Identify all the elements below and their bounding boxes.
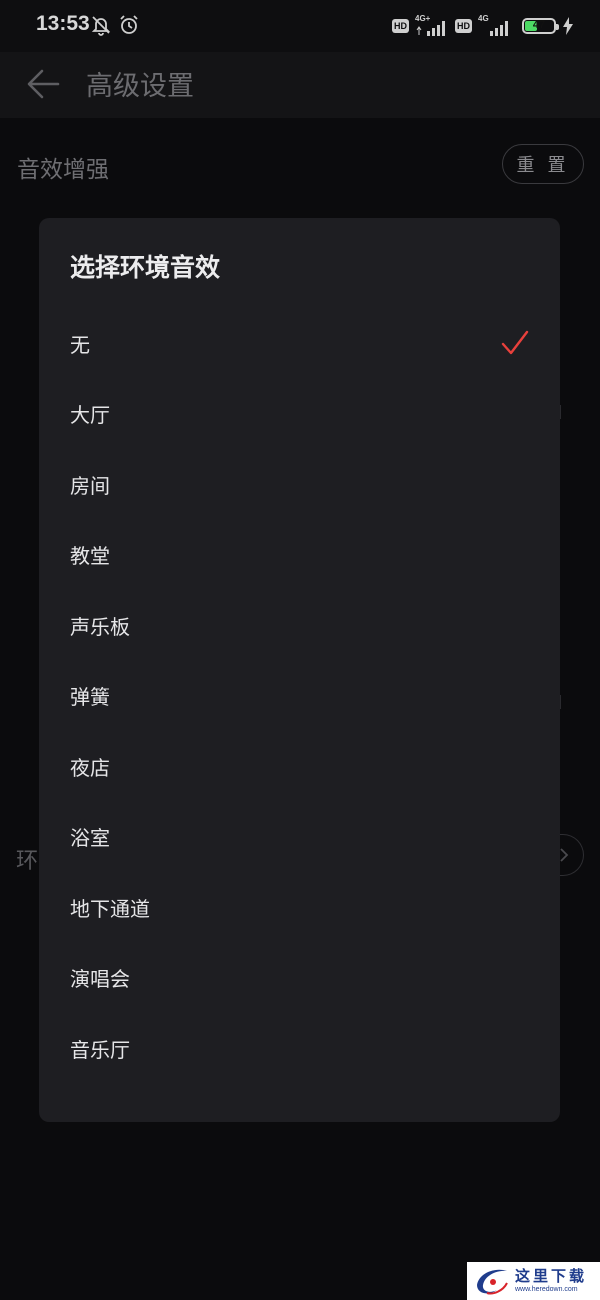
option-item[interactable]: 房间 — [39, 451, 560, 521]
option-item[interactable]: 声乐板 — [39, 592, 560, 662]
hd-badge-2: HD — [455, 19, 472, 33]
option-label: 浴室 — [70, 826, 110, 850]
option-label: 房间 — [70, 474, 110, 498]
option-item[interactable]: 浴室 — [39, 803, 560, 873]
status-right: HD 4G+ HD 4G 47 — [392, 13, 574, 39]
watermark-text: 这里下载 — [515, 1267, 588, 1285]
option-label: 地下通道 — [70, 897, 150, 921]
signal-bars-icon — [490, 21, 508, 36]
reset-button[interactable]: 重 置 — [502, 144, 584, 184]
option-label: 无 — [70, 333, 90, 357]
watermark: 这里下载 www.heredown.com — [467, 1262, 600, 1300]
section-title-sound-enhance: 音效增强 — [17, 157, 109, 183]
option-label: 演唱会 — [70, 967, 130, 991]
option-item[interactable]: 音乐厅 — [39, 1015, 560, 1085]
option-label: 大厅 — [70, 403, 110, 427]
status-bar: 13:53 HD 4G+ HD 4G 47 — [0, 0, 600, 52]
option-label: 音乐厅 — [70, 1038, 130, 1062]
arrow-left-icon[interactable] — [22, 62, 66, 106]
watermark-url: www.heredown.com — [515, 1286, 578, 1293]
option-item[interactable]: 无 — [39, 310, 560, 380]
option-label: 声乐板 — [70, 615, 130, 639]
battery-indicator: 47 — [522, 18, 559, 34]
bell-muted-icon — [91, 16, 111, 36]
signal-bars-icon — [416, 21, 445, 36]
checkmark-icon — [501, 330, 529, 355]
environment-sound-dialog: 选择环境音效 无 大厅 房间 教堂 声乐板 弹簧 夜店 浴室 地下通道 演唱会 — [39, 218, 560, 1122]
option-label: 夜店 — [70, 756, 110, 780]
signal-1: 4G+ — [415, 14, 449, 37]
option-item[interactable]: 弹簧 — [39, 662, 560, 732]
app-header: 高级设置 — [0, 52, 600, 118]
battery-level: 47 — [532, 19, 546, 31]
page-title: 高级设置 — [86, 71, 194, 102]
dialog-title: 选择环境音效 — [70, 253, 221, 282]
status-time: 13:53 — [36, 12, 90, 35]
watermark-logo-icon — [477, 1269, 508, 1295]
option-item[interactable]: 教堂 — [39, 521, 560, 591]
option-label: 弹簧 — [70, 685, 110, 709]
battery-tip — [556, 24, 559, 30]
option-item[interactable]: 地下通道 — [39, 874, 560, 944]
env-sound-label: 环 — [16, 849, 39, 874]
screen: 13:53 HD 4G+ HD 4G 47 高级设置 音效增强 重 置 环 选择… — [0, 0, 600, 1300]
option-item[interactable]: 演唱会 — [39, 944, 560, 1014]
hd-badge-1: HD — [392, 19, 409, 33]
alarm-icon — [120, 15, 138, 34]
option-label: 教堂 — [70, 544, 110, 568]
signal-2: 4G — [478, 14, 512, 37]
charging-bolt-icon — [563, 17, 573, 35]
option-item[interactable]: 大厅 — [39, 380, 560, 450]
option-item[interactable]: 夜店 — [39, 733, 560, 803]
